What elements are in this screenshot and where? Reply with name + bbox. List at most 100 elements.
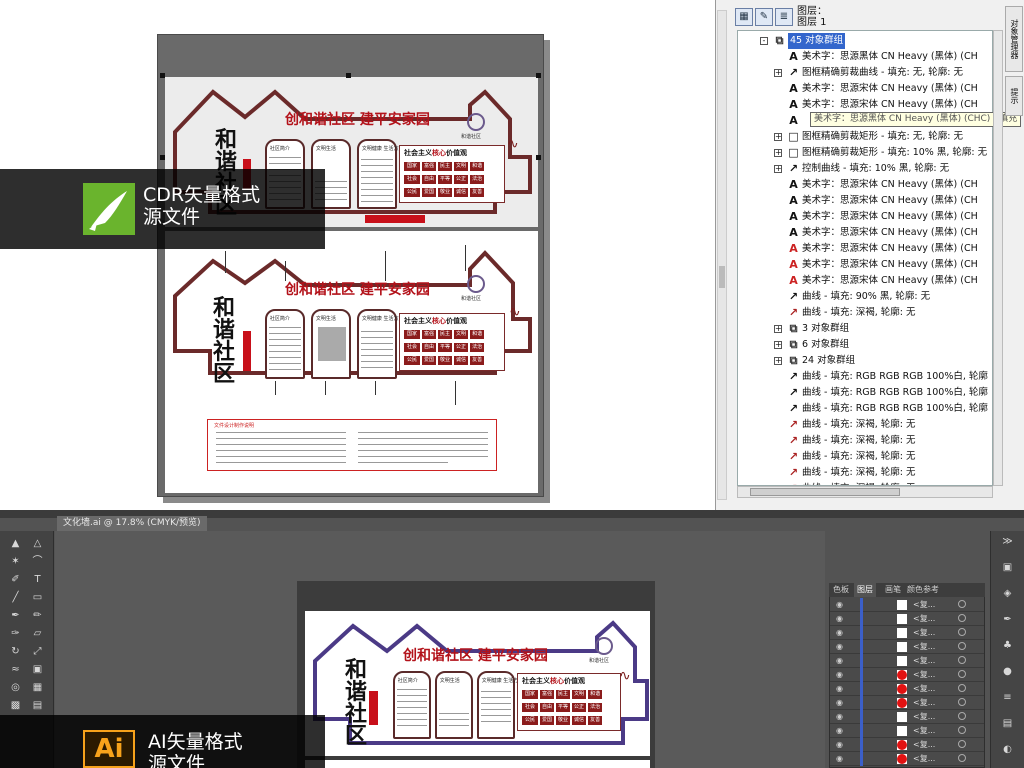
target-circle-icon[interactable] (958, 684, 966, 692)
tree-item[interactable]: ↗ 曲线 - 填充: RGB RGB RGB 100%白, 轮廓 (738, 401, 992, 417)
lasso-tool-icon[interactable]: ⌒ (30, 555, 45, 569)
tab-object-manager[interactable]: 对象管理器 (1005, 6, 1023, 72)
layer-row[interactable]: ◉ <复... (830, 682, 984, 696)
visibility-eye-icon[interactable]: ◉ (836, 740, 843, 749)
tree-item[interactable]: A 美术字：思源宋体 CN Heavy (黑体) (CH (738, 97, 992, 113)
tree-item[interactable]: + ⧉ 3 对象群组 (738, 321, 992, 337)
target-circle-icon[interactable] (958, 698, 966, 706)
tree-item[interactable]: ↗ 曲线 - 填充: RGB RGB RGB 100%白, 轮廓 (738, 385, 992, 401)
pencil-tool-icon[interactable]: ✏ (30, 609, 45, 623)
visibility-eye-icon[interactable]: ◉ (836, 726, 843, 735)
tree-item[interactable]: - ⧉ 45 对象群组 (738, 33, 992, 49)
tree-item[interactable]: ↗曲线 - 填充: 深褐, 轮廓: 无 (738, 417, 992, 433)
scroll-thumb[interactable] (719, 266, 725, 288)
artboards-icon[interactable]: ▣ (1000, 561, 1015, 575)
tree-item[interactable]: ↗曲线 - 填充: 深褐, 轮廓: 无 (738, 465, 992, 481)
expand-icon[interactable]: + (774, 69, 782, 77)
transparency-icon[interactable]: ◐ (1000, 743, 1015, 757)
tree-item[interactable]: A 美术字：思源宋体 CN Heavy (黑体) (CH (738, 209, 992, 225)
selection-tool-icon[interactable]: ▲ (8, 537, 23, 551)
tab-hints[interactable]: 提示 (1005, 76, 1023, 116)
layer-row[interactable]: ◉ <复... (830, 626, 984, 640)
expand-icon[interactable]: + (774, 325, 782, 333)
scroll-thumb[interactable] (750, 488, 900, 496)
visibility-eye-icon[interactable]: ◉ (836, 600, 843, 609)
color-icon[interactable]: ● (1000, 665, 1015, 679)
mesh-tool-icon[interactable]: ▩ (8, 699, 23, 713)
tree-item[interactable]: A 美术字：思源宋体 CN Heavy (黑体) (CH (738, 241, 992, 257)
direct-selection-tool-icon[interactable]: △ (30, 537, 45, 551)
tree-item[interactable]: ↗ 曲线 - 填充: 90% 黑, 轮廓: 无 (738, 289, 992, 305)
expand-icon[interactable]: + (774, 149, 782, 157)
visibility-eye-icon[interactable]: ◉ (836, 754, 843, 763)
visibility-eye-icon[interactable]: ◉ (836, 628, 843, 637)
expand-icon[interactable]: + (774, 341, 782, 349)
document-tab[interactable]: 文化墙.ai @ 17.8% (CMYK/预览) (57, 516, 207, 531)
layer-row[interactable]: ◉ <复... (830, 738, 984, 752)
symbols-icon[interactable]: ♣ (1000, 639, 1015, 653)
tree-item[interactable]: + ↗ 图框精确剪裁曲线 - 填充: 无, 轮廓: 无 (738, 65, 992, 81)
tree-vertical-scrollbar[interactable] (993, 30, 1003, 486)
selection-handle[interactable] (536, 155, 541, 160)
visibility-eye-icon[interactable]: ◉ (836, 656, 843, 665)
visibility-eye-icon[interactable]: ◉ (836, 698, 843, 707)
layer-row[interactable]: ◉ <复... (830, 612, 984, 626)
layer-row[interactable]: ◉ <复... (830, 640, 984, 654)
tree-item[interactable]: + ⧉ 6 对象群组 (738, 337, 992, 353)
tree-item[interactable]: + □ 图框精确剪裁矩形 - 填充: 无, 轮廓: 无 (738, 129, 992, 145)
target-circle-icon[interactable] (958, 614, 966, 622)
target-circle-icon[interactable] (958, 600, 966, 608)
tree-item[interactable]: A 美术字：思源宋体 CN Heavy (黑体) (CH (738, 225, 992, 241)
target-circle-icon[interactable] (958, 754, 966, 762)
collapse-icon[interactable]: - (760, 37, 768, 45)
tree-item[interactable]: ↗曲线 - 填充: 深褐, 轮廓: 无 (738, 449, 992, 465)
edit-across-layers-button[interactable]: ✎ (755, 8, 773, 26)
tree-item[interactable]: A 美术字：思源宋体 CN Heavy (黑体) (CH (738, 273, 992, 289)
layer-row[interactable]: ◉ <复... (830, 598, 984, 612)
brushes-icon[interactable]: ✒ (1000, 613, 1015, 627)
layer-view-button[interactable]: ▦ (735, 8, 753, 26)
tree-item[interactable]: A 美术字：思源宋体 CN Heavy (黑体) (CH (738, 177, 992, 193)
gradient-icon[interactable]: ▤ (1000, 717, 1015, 731)
layer-row[interactable]: ◉ <复... (830, 668, 984, 682)
target-circle-icon[interactable] (958, 670, 966, 678)
free-transform-tool-icon[interactable]: ▣ (30, 663, 45, 677)
layer-row[interactable]: ◉ <复... (830, 654, 984, 668)
tree-item[interactable]: ↗ 曲线 - 填充: RGB RGB RGB 100%白, 轮廓 (738, 369, 992, 385)
target-circle-icon[interactable] (958, 712, 966, 720)
object-tree[interactable]: - ⧉ 45 对象群组 A 美术字：思源黑体 CN Heavy (黑体) (CH + ↗ 图框… (737, 30, 993, 486)
rotate-tool-icon[interactable]: ↻ (8, 645, 23, 659)
rectangle-tool-icon[interactable]: ▭ (30, 591, 45, 605)
gradient-tool-icon[interactable]: ▤ (30, 699, 45, 713)
visibility-eye-icon[interactable]: ◉ (836, 642, 843, 651)
tree-item[interactable]: A 美术字：思源宋体 CN Heavy (黑体) (CH (738, 81, 992, 97)
pen-tool-icon[interactable]: ✐ (8, 573, 23, 587)
visibility-eye-icon[interactable]: ◉ (836, 712, 843, 721)
tree-item[interactable]: A 美术字：思源宋体 CN Heavy (黑体) (CH (738, 257, 992, 273)
target-circle-icon[interactable] (958, 642, 966, 650)
tab-swatches[interactable]: 色板 (833, 583, 849, 597)
artboard-2[interactable] (305, 760, 650, 768)
tree-item[interactable]: + □ 图框精确剪裁矩形 - 填充: 10% 黑, 轮廓: 无 (738, 145, 992, 161)
visibility-eye-icon[interactable]: ◉ (836, 670, 843, 679)
selection-handle[interactable] (160, 73, 165, 78)
tree-horizontal-scrollbar[interactable] (737, 486, 993, 498)
tab-color-guide[interactable]: 颜色参考 (907, 583, 939, 597)
canvas-vertical-scrollbar[interactable] (717, 10, 727, 500)
layer-row[interactable]: ◉ <复... (830, 752, 984, 766)
tab-layers[interactable]: 图层 (854, 583, 876, 597)
target-circle-icon[interactable] (958, 628, 966, 636)
layer-row[interactable]: ◉ <复... (830, 710, 984, 724)
layers-icon[interactable]: ◈ (1000, 587, 1015, 601)
tree-item[interactable]: A 美术字：思源黑体 CN Heavy (黑体) (CH (738, 49, 992, 65)
line-tool-icon[interactable]: ╱ (8, 591, 23, 605)
width-tool-icon[interactable]: ≈ (8, 663, 23, 677)
layer-row[interactable]: ◉ <复... (830, 696, 984, 710)
eraser-tool-icon[interactable]: ▱ (30, 627, 45, 641)
visibility-eye-icon[interactable]: ◉ (836, 614, 843, 623)
blob-brush-tool-icon[interactable]: ✑ (8, 627, 23, 641)
collapse-icon[interactable]: ≫ (1000, 535, 1015, 549)
magic-wand-tool-icon[interactable]: ✶ (8, 555, 23, 569)
tree-item[interactable]: A 美术字：思源宋体 CN Heavy (黑体) (CH (738, 193, 992, 209)
visibility-eye-icon[interactable]: ◉ (836, 684, 843, 693)
